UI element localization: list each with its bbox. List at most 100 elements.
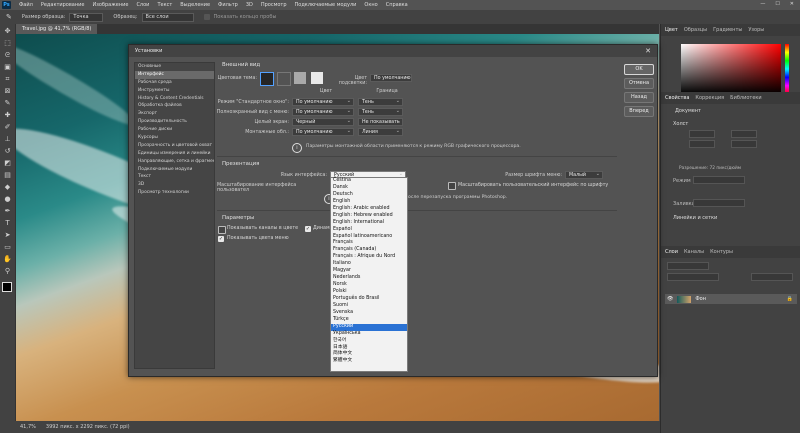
healing-tool-icon[interactable]: ✚ bbox=[3, 111, 12, 120]
type-tool-icon[interactable]: T bbox=[3, 219, 12, 228]
back-button[interactable]: Назад bbox=[624, 92, 654, 103]
layer-filter[interactable] bbox=[667, 262, 709, 270]
theme-swatch-medium-light[interactable] bbox=[294, 72, 306, 84]
blur-tool-icon[interactable]: ◆ bbox=[3, 183, 12, 192]
category-item[interactable]: Подключаемые модули bbox=[135, 166, 214, 174]
height-field[interactable] bbox=[689, 140, 715, 148]
language-option[interactable]: English: Arabic enabled bbox=[331, 206, 407, 213]
category-item[interactable]: Прозрачность и цветовой охват bbox=[135, 142, 214, 150]
mode-select[interactable] bbox=[693, 176, 745, 184]
document-tab[interactable]: Travel.jpg @ 41,7% (RGB/8) bbox=[16, 24, 98, 34]
category-item[interactable]: Направляющие, сетка и фрагменты bbox=[135, 158, 214, 166]
category-item[interactable]: Основные bbox=[135, 63, 214, 71]
dynamic-checkbox[interactable]: ✓ bbox=[305, 226, 311, 232]
theme-swatch-light[interactable] bbox=[311, 72, 323, 84]
tab-color[interactable]: Цвет bbox=[665, 27, 678, 33]
language-option[interactable]: Polski bbox=[331, 289, 407, 296]
width-field[interactable] bbox=[689, 130, 715, 138]
language-option[interactable]: English bbox=[331, 199, 407, 206]
marquee-tool-icon[interactable]: ⬚ bbox=[3, 39, 12, 48]
close-icon[interactable]: ✕ bbox=[790, 1, 794, 7]
hue-slider[interactable] bbox=[785, 44, 789, 94]
layer-row-background[interactable]: 👁 Фон 🔒 bbox=[665, 294, 797, 304]
menu-3d[interactable]: 3D bbox=[242, 2, 257, 8]
brush-tool-icon[interactable]: ✐ bbox=[3, 123, 12, 132]
x-field[interactable] bbox=[731, 130, 757, 138]
guides-header[interactable]: Линейки и сетки bbox=[673, 215, 717, 221]
size-select[interactable]: Точка bbox=[69, 12, 104, 22]
theme-swatch-medium-dark[interactable] bbox=[277, 72, 291, 86]
artboards-border-select[interactable]: Линия bbox=[358, 127, 403, 136]
ok-button[interactable]: OK bbox=[624, 64, 654, 75]
language-option[interactable]: Deutsch bbox=[331, 192, 407, 199]
menu-view[interactable]: Просмотр bbox=[257, 2, 291, 8]
object-select-tool-icon[interactable]: ▣ bbox=[3, 63, 12, 72]
stamp-tool-icon[interactable]: ⊥ bbox=[3, 135, 12, 144]
eraser-tool-icon[interactable]: ◩ bbox=[3, 159, 12, 168]
category-item[interactable]: Рабочая среда bbox=[135, 79, 214, 87]
tab-gradients[interactable]: Градиенты bbox=[713, 27, 742, 33]
eye-icon[interactable]: 👁 bbox=[667, 296, 673, 302]
zoom-tool-icon[interactable]: ⚲ bbox=[3, 267, 12, 276]
language-option[interactable]: Suomi bbox=[331, 303, 407, 310]
foreground-color-swatch[interactable] bbox=[2, 282, 12, 292]
menu-plugins[interactable]: Подключаемые модули bbox=[291, 2, 361, 8]
blend-mode-select[interactable] bbox=[667, 273, 719, 281]
menu-filter[interactable]: Фильтр bbox=[214, 2, 242, 8]
gradient-tool-icon[interactable]: ▤ bbox=[3, 171, 12, 180]
menu-help[interactable]: Справка bbox=[382, 2, 412, 8]
standard-screen-border-select[interactable]: Тень bbox=[358, 97, 403, 106]
ring-checkbox[interactable] bbox=[203, 14, 210, 20]
tab-properties[interactable]: Свойства bbox=[665, 95, 689, 101]
close-icon[interactable]: ✕ bbox=[645, 45, 651, 57]
category-item-interface[interactable]: Интерфейс bbox=[135, 70, 214, 79]
fill-select[interactable] bbox=[693, 199, 745, 207]
scale-to-font-checkbox[interactable] bbox=[448, 182, 456, 190]
eyedropper-icon[interactable]: ✎ bbox=[6, 13, 12, 21]
crop-tool-icon[interactable]: ⌗ bbox=[3, 75, 12, 84]
language-option-selected[interactable]: Русский bbox=[331, 323, 407, 331]
theme-swatch-dark[interactable] bbox=[260, 72, 274, 86]
zoom-level[interactable]: 41,7% bbox=[20, 421, 36, 433]
tab-layers[interactable]: Слои bbox=[665, 249, 678, 255]
language-option[interactable]: Svenska bbox=[331, 310, 407, 317]
menu-image[interactable]: Изображение bbox=[88, 2, 132, 8]
fullscreen-color-select[interactable]: Черный bbox=[292, 117, 354, 126]
language-option[interactable]: Português do Brasil bbox=[331, 296, 407, 303]
tab-patterns[interactable]: Узоры bbox=[748, 27, 764, 33]
dodge-tool-icon[interactable]: ● bbox=[3, 195, 12, 204]
path-select-tool-icon[interactable]: ➤ bbox=[3, 231, 12, 240]
y-field[interactable] bbox=[731, 140, 757, 148]
sample-select[interactable]: Все слои bbox=[141, 12, 194, 22]
minimize-icon[interactable]: — bbox=[760, 1, 765, 7]
category-item[interactable]: Курсоры bbox=[135, 134, 214, 142]
lock-icon[interactable]: 🔒 bbox=[787, 296, 793, 302]
history-brush-icon[interactable]: ↺ bbox=[3, 147, 12, 156]
category-item[interactable]: Единицы измерения и линейки bbox=[135, 150, 214, 158]
menu-window[interactable]: Окно bbox=[360, 2, 381, 8]
menu-select[interactable]: Выделение bbox=[176, 2, 214, 8]
fullscreen-menus-border-select[interactable]: Тень bbox=[358, 107, 403, 116]
category-item[interactable]: Текст bbox=[135, 173, 214, 181]
tab-paths[interactable]: Контуры bbox=[710, 249, 733, 255]
next-button[interactable]: Вперед bbox=[624, 106, 654, 117]
tab-libraries[interactable]: Библиотеки bbox=[730, 95, 762, 101]
language-option[interactable]: Norsk bbox=[331, 282, 407, 289]
language-option[interactable]: 한국어 bbox=[331, 338, 407, 345]
language-option[interactable]: Türkçe bbox=[331, 317, 407, 324]
menu-edit[interactable]: Редактирование bbox=[37, 2, 89, 8]
pen-tool-icon[interactable]: ✒ bbox=[3, 207, 12, 216]
color-picker-field[interactable] bbox=[681, 44, 781, 94]
tab-channels[interactable]: Каналы bbox=[684, 249, 704, 255]
language-option[interactable]: Українська bbox=[331, 331, 407, 338]
cancel-button[interactable]: Отмена bbox=[624, 78, 654, 89]
hand-tool-icon[interactable]: ✋ bbox=[3, 255, 12, 264]
standard-screen-color-select[interactable]: По умолчанию bbox=[292, 97, 354, 106]
language-option[interactable]: 繁體中文 bbox=[331, 358, 407, 365]
menu-layers[interactable]: Слои bbox=[132, 2, 153, 8]
language-option[interactable]: English: Hebrew enabled bbox=[331, 213, 407, 220]
category-item[interactable]: Просмотр технологии bbox=[135, 189, 214, 197]
artboards-color-select[interactable]: По умолчанию bbox=[292, 127, 354, 136]
menu-file[interactable]: Файл bbox=[15, 2, 37, 8]
maximize-icon[interactable]: ☐ bbox=[775, 1, 779, 7]
